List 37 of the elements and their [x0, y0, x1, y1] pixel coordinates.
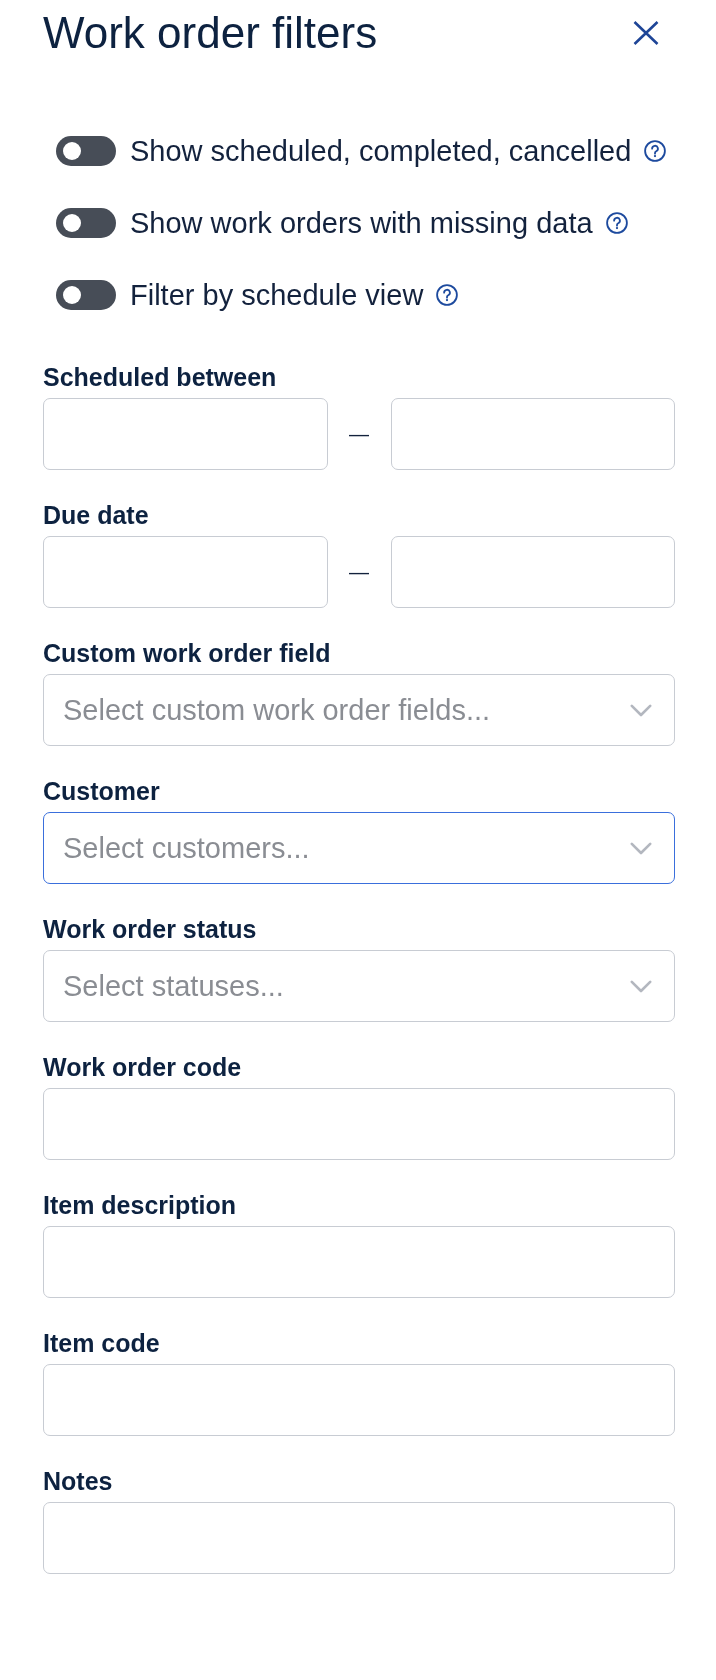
field-label: Work order code	[43, 1053, 242, 1082]
field-label: Due date	[43, 501, 149, 530]
input-field[interactable]	[43, 1226, 675, 1298]
field-label: Work order status	[43, 915, 257, 944]
input-field[interactable]	[43, 536, 328, 608]
toggle-switch[interactable]	[56, 208, 116, 238]
help-icon[interactable]	[644, 140, 667, 162]
range-separator: —	[349, 422, 369, 446]
field-label: Custom work order field	[43, 639, 331, 668]
field-label: Customer	[43, 777, 160, 806]
dropdown-field[interactable]: Select custom work order fields...	[43, 674, 675, 746]
input-field[interactable]	[390, 398, 675, 470]
dropdown-field[interactable]: Select customers...	[43, 812, 675, 884]
input-field[interactable]	[43, 1088, 675, 1160]
chevron-down-icon	[630, 703, 652, 717]
input-field[interactable]	[43, 1364, 675, 1436]
toggle-label: Show work orders with missing data	[130, 206, 593, 241]
toggle-switch[interactable]	[56, 136, 116, 166]
panel-title: Work order filters	[43, 7, 378, 59]
chevron-down-icon	[630, 979, 652, 993]
field-label: Item code	[43, 1329, 160, 1358]
toggle-label: Show scheduled, completed, cancelled	[130, 134, 632, 169]
input-field[interactable]	[43, 1502, 675, 1574]
help-icon[interactable]	[436, 284, 459, 306]
toggle-switch[interactable]	[56, 280, 116, 310]
dropdown-field[interactable]: Select statuses...	[43, 950, 675, 1022]
field-label: Item description	[43, 1191, 237, 1220]
input-field[interactable]	[390, 536, 675, 608]
field-label: Scheduled between	[43, 363, 277, 392]
input-field[interactable]	[43, 398, 328, 470]
close-button[interactable]	[632, 19, 660, 47]
toggle-label: Filter by schedule view	[130, 278, 424, 313]
range-separator: —	[349, 560, 369, 584]
help-icon[interactable]	[605, 212, 628, 234]
field-label: Notes	[43, 1467, 113, 1496]
chevron-down-icon	[630, 841, 652, 855]
close-icon	[632, 19, 660, 47]
